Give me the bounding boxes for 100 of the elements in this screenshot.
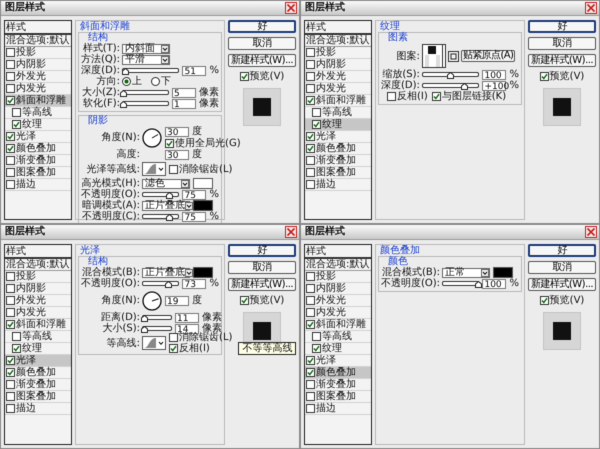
checkbox[interactable] [6, 320, 15, 329]
checkbox[interactable] [6, 168, 15, 177]
checkbox[interactable] [6, 156, 15, 165]
style-list-item[interactable]: 纹理 [5, 119, 71, 131]
number-field[interactable]: 30 [165, 150, 190, 160]
checkbox[interactable] [306, 60, 315, 69]
radio-button[interactable] [122, 77, 132, 86]
style-list-item[interactable]: 投影 [305, 47, 371, 59]
style-list-item[interactable]: 斜面和浮雕 [5, 319, 71, 331]
style-list-item[interactable]: 纹理 [305, 343, 371, 355]
checkbox[interactable] [306, 84, 315, 93]
number-field[interactable]: 1 [172, 98, 196, 108]
style-list-item[interactable]: 图案叠加 [5, 167, 71, 179]
checkbox[interactable] [387, 92, 396, 101]
checkbox[interactable] [6, 368, 15, 377]
style-list-item[interactable]: 样式 [305, 21, 371, 35]
new-preset-icon[interactable] [448, 50, 459, 62]
checkbox[interactable] [306, 308, 315, 317]
style-list-item[interactable]: 颜色叠加 [5, 143, 71, 155]
checkbox[interactable] [306, 296, 315, 305]
checkbox[interactable] [6, 392, 15, 401]
slider-thumb[interactable] [120, 101, 128, 108]
contour-picker[interactable] [142, 336, 166, 350]
checkbox[interactable] [6, 132, 15, 141]
checkbox[interactable] [12, 120, 21, 129]
slider-thumb[interactable] [122, 68, 130, 75]
dialog-button[interactable]: 新建样式(W)... [528, 278, 596, 291]
style-list-item[interactable]: 图案叠加 [5, 391, 71, 403]
number-field[interactable]: 73 [182, 278, 206, 288]
checkbox[interactable] [12, 108, 21, 117]
dialog-button[interactable]: 好 [228, 20, 296, 33]
checkbox[interactable] [169, 344, 178, 353]
dialog-button[interactable]: 好 [228, 244, 296, 257]
style-list-item[interactable]: 描边 [5, 403, 71, 415]
close-icon[interactable] [285, 226, 297, 238]
checkbox[interactable] [306, 132, 315, 141]
number-field[interactable]: 11 [175, 312, 200, 322]
style-list-item[interactable]: 外发光 [5, 71, 71, 83]
number-field[interactable]: 14 [175, 324, 200, 334]
radio-button[interactable] [151, 77, 160, 86]
style-list-item[interactable]: 图案叠加 [305, 391, 371, 403]
checkbox[interactable] [312, 120, 321, 129]
checkbox[interactable] [240, 72, 249, 81]
checkbox[interactable] [306, 404, 315, 413]
dropdown[interactable]: 正片叠底 [142, 268, 190, 278]
style-list-item[interactable]: 内阴影 [5, 59, 71, 71]
style-list-item[interactable]: 斜面和浮雕 [305, 319, 371, 331]
style-list-item[interactable]: 描边 [5, 179, 71, 191]
color-swatch[interactable] [193, 267, 214, 278]
style-list-item[interactable]: 斜面和浮雕 [5, 95, 71, 107]
number-field[interactable]: 75 [182, 190, 206, 200]
close-icon[interactable] [285, 2, 297, 14]
checkbox[interactable] [6, 72, 15, 81]
style-list-item[interactable]: 渐变叠加 [305, 379, 371, 391]
angle-dial[interactable] [142, 290, 162, 310]
checkbox[interactable] [6, 356, 15, 365]
close-icon[interactable] [585, 226, 597, 238]
checkbox[interactable] [306, 368, 315, 377]
close-icon[interactable] [585, 2, 597, 14]
checkbox[interactable] [306, 356, 315, 365]
slider[interactable] [122, 90, 169, 95]
checkbox[interactable] [540, 296, 549, 305]
checkbox[interactable] [306, 180, 315, 189]
style-list-item[interactable]: 等高线 [305, 331, 371, 343]
slider[interactable] [122, 68, 180, 73]
checkbox[interactable] [306, 320, 315, 329]
style-list-item[interactable]: 外发光 [305, 71, 371, 83]
checkbox[interactable] [6, 84, 15, 93]
angle-dial[interactable] [142, 128, 162, 148]
style-list-item[interactable]: 内发光 [305, 307, 371, 319]
style-list-item[interactable]: 光泽 [5, 355, 71, 367]
slider-thumb[interactable] [166, 214, 174, 221]
style-list-item[interactable]: 等高线 [5, 107, 71, 119]
checkbox[interactable] [12, 332, 21, 341]
style-list-item[interactable]: 外发光 [5, 295, 71, 307]
number-field[interactable]: 100 [482, 70, 506, 80]
dialog-button[interactable]: 取消 [228, 261, 296, 274]
slider[interactable] [142, 214, 180, 219]
dialog-button[interactable]: 取消 [528, 261, 596, 274]
dropdown[interactable]: 正常 [442, 268, 490, 278]
style-list-item[interactable]: 内阴影 [305, 59, 371, 71]
slider[interactable] [142, 326, 172, 331]
dialog-button[interactable]: 取消 [528, 37, 596, 50]
slider[interactable] [142, 192, 180, 197]
color-swatch[interactable] [193, 200, 214, 211]
style-list-item[interactable]: 内发光 [305, 83, 371, 95]
checkbox[interactable] [6, 284, 15, 293]
slider[interactable] [442, 281, 480, 286]
style-list-item[interactable]: 纹理 [305, 119, 371, 131]
style-list-item[interactable]: 颜色叠加 [5, 367, 71, 379]
snap-button[interactable]: 贴紧原点(A) [460, 50, 516, 62]
style-list-item[interactable]: 描边 [305, 403, 371, 415]
style-list-item[interactable]: 光泽 [5, 131, 71, 143]
checkbox[interactable] [306, 392, 315, 401]
checkbox[interactable] [165, 139, 174, 148]
color-swatch[interactable] [493, 267, 514, 278]
style-list-item[interactable]: 样式 [5, 245, 71, 259]
slider[interactable] [422, 72, 480, 77]
slider-thumb[interactable] [120, 90, 128, 97]
style-list-item[interactable]: 混合选项:默认 [305, 35, 371, 47]
